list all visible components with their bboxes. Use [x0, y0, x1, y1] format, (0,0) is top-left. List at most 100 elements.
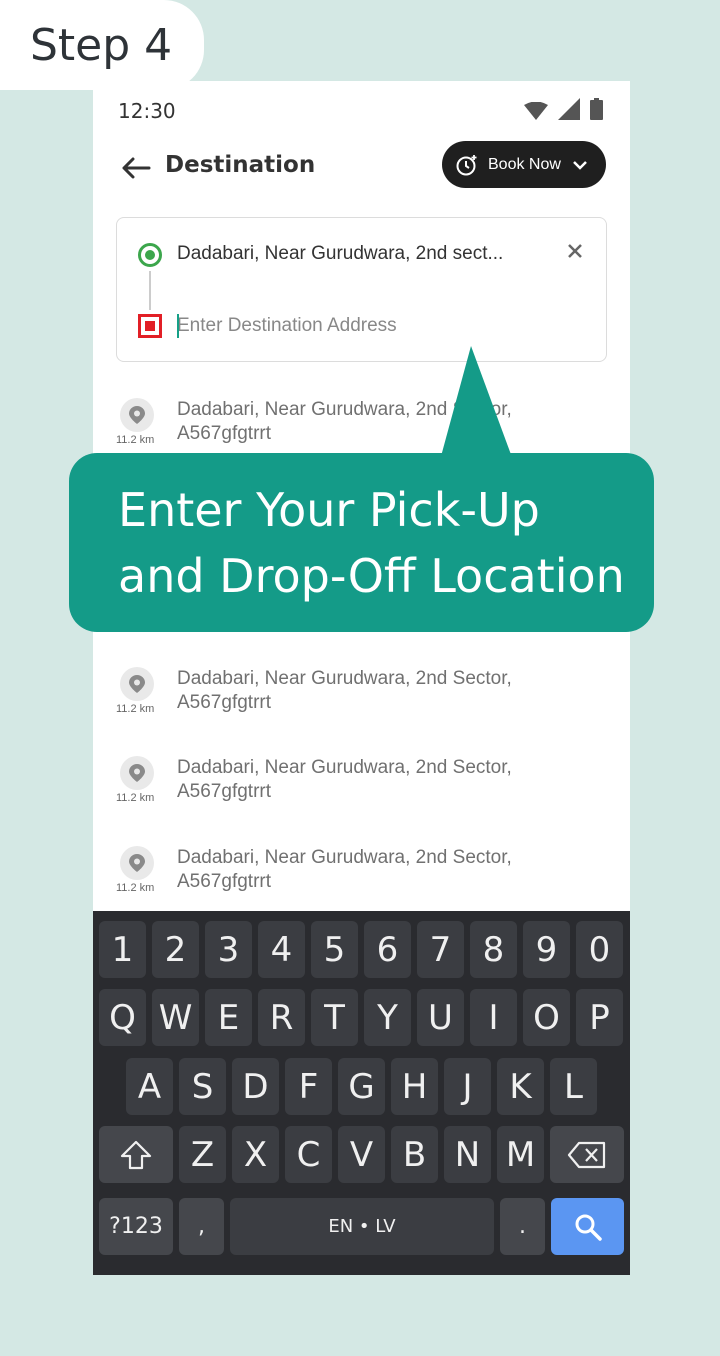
status-time: 12:30 [118, 99, 176, 123]
key-m[interactable]: M [497, 1126, 544, 1183]
suggestion-distance: 11.2 km [116, 792, 155, 804]
book-now-label: Book Now [488, 155, 561, 173]
suggestion-line-2: A567gfgtrrt [177, 692, 271, 713]
suggestion-line-2: A567gfgtrrt [177, 781, 271, 802]
key-5[interactable]: 5 [311, 921, 358, 978]
phone-screen: 12:30 Destination Book Now Dadabari, Nea… [93, 81, 630, 1275]
suggestion-line-1: Dadabari, Near Gurudwara, 2nd Sector, [177, 757, 512, 778]
key-p[interactable]: P [576, 989, 623, 1046]
key-c[interactable]: C [285, 1126, 332, 1183]
key-d[interactable]: D [232, 1058, 279, 1115]
shift-icon [120, 1140, 152, 1169]
tooltip-text: Enter Your Pick-Up and Drop-Off Location [118, 477, 638, 609]
arrow-left-icon [122, 157, 151, 179]
text-cursor [177, 314, 179, 338]
page-title: Destination [165, 152, 316, 178]
key-2[interactable]: 2 [152, 921, 199, 978]
backspace-key[interactable] [550, 1126, 624, 1183]
key-0[interactable]: 0 [576, 921, 623, 978]
step-label: Step 4 [30, 19, 173, 71]
key-y[interactable]: Y [364, 989, 411, 1046]
suggestion-line-1: Dadabari, Near Gurudwara, 2nd Sector, [177, 847, 512, 868]
key-4[interactable]: 4 [258, 921, 305, 978]
key-a[interactable]: A [126, 1058, 173, 1115]
shift-key[interactable] [99, 1126, 173, 1183]
suggestion-distance: 11.2 km [116, 703, 155, 715]
key-n[interactable]: N [444, 1126, 491, 1183]
clear-pickup-button[interactable] [564, 240, 586, 266]
suggestion-address: Dadabari, Near Gurudwara, 2nd Sector, A5… [177, 756, 597, 804]
key-r[interactable]: R [258, 989, 305, 1046]
key-u[interactable]: U [417, 989, 464, 1046]
key-x[interactable]: X [232, 1126, 279, 1183]
suggestion-address: Dadabari, Near Gurudwara, 2nd Sector, A5… [177, 398, 597, 446]
step-badge: Step 4 [0, 0, 204, 90]
suggestion-line-2: A567gfgtrrt [177, 423, 271, 444]
tooltip-line-1: Enter Your Pick-Up [118, 483, 540, 537]
backspace-icon [567, 1141, 606, 1168]
destination-input[interactable] [177, 312, 577, 340]
close-icon [568, 244, 582, 258]
key-9[interactable]: 9 [523, 921, 570, 978]
key-3[interactable]: 3 [205, 921, 252, 978]
space-key[interactable]: EN • LV [230, 1198, 494, 1255]
suggestion-address: Dadabari, Near Gurudwara, 2nd Sector, A5… [177, 667, 597, 715]
key-s[interactable]: S [179, 1058, 226, 1115]
search-icon [575, 1214, 602, 1241]
key-1[interactable]: 1 [99, 921, 146, 978]
back-button[interactable] [119, 151, 153, 185]
location-pin-icon [120, 756, 154, 790]
suggestion-line-2: A567gfgtrrt [177, 871, 271, 892]
tooltip-line-2: and Drop-Off Location [118, 549, 625, 603]
period-key[interactable]: . [500, 1198, 545, 1255]
search-key[interactable] [551, 1198, 624, 1255]
suggestion-line-1: Dadabari, Near Gurudwara, 2nd Sector, [177, 668, 512, 689]
pickup-address[interactable]: Dadabari, Near Gurudwara, 2nd sect... [177, 243, 547, 265]
key-g[interactable]: G [338, 1058, 385, 1115]
suggestion-distance: 11.2 km [116, 882, 155, 894]
suggestion-line-1: Dadabari, Near Gurudwara, 2nd Sector, [177, 399, 512, 420]
key-w[interactable]: W [152, 989, 199, 1046]
key-b[interactable]: B [391, 1126, 438, 1183]
key-t[interactable]: T [311, 989, 358, 1046]
location-pin-icon [120, 846, 154, 880]
suggestion-item[interactable]: 11.2 km Dadabari, Near Gurudwara, 2nd Se… [93, 667, 630, 737]
suggestion-address: Dadabari, Near Gurudwara, 2nd Sector, A5… [177, 846, 597, 894]
book-now-dropdown[interactable]: Book Now [442, 141, 606, 188]
pickup-marker-icon [138, 243, 162, 267]
suggestion-item[interactable]: 11.2 km Dadabari, Near Gurudwara, 2nd Se… [93, 846, 630, 916]
key-z[interactable]: Z [179, 1126, 226, 1183]
location-pin-icon [120, 667, 154, 701]
status-bar: 12:30 [93, 81, 630, 141]
symbols-key[interactable]: ?123 [99, 1198, 173, 1255]
route-connector [149, 271, 151, 310]
chevron-down-icon [573, 160, 587, 170]
key-o[interactable]: O [523, 989, 570, 1046]
schedule-icon [456, 154, 477, 175]
address-card: Dadabari, Near Gurudwara, 2nd sect... [116, 217, 607, 362]
key-8[interactable]: 8 [470, 921, 517, 978]
key-l[interactable]: L [550, 1058, 597, 1115]
suggestion-distance: 11.2 km [116, 434, 155, 446]
app-header: Destination Book Now [93, 141, 630, 207]
key-q[interactable]: Q [99, 989, 146, 1046]
key-6[interactable]: 6 [364, 921, 411, 978]
suggestion-item[interactable]: 11.2 km Dadabari, Near Gurudwara, 2nd Se… [93, 756, 630, 826]
status-icons [524, 98, 603, 120]
key-j[interactable]: J [444, 1058, 491, 1115]
wifi-icon [524, 102, 548, 120]
key-k[interactable]: K [497, 1058, 544, 1115]
key-i[interactable]: I [470, 989, 517, 1046]
signal-icon [558, 98, 580, 120]
key-7[interactable]: 7 [417, 921, 464, 978]
key-v[interactable]: V [338, 1126, 385, 1183]
location-pin-icon [120, 398, 154, 432]
key-h[interactable]: H [391, 1058, 438, 1115]
soft-keyboard: 1 2 3 4 5 6 7 8 9 0 Q W E R T Y U I O P … [93, 911, 630, 1275]
drop-marker-icon [138, 314, 162, 338]
battery-icon [590, 98, 603, 120]
key-f[interactable]: F [285, 1058, 332, 1115]
instruction-tooltip: Enter Your Pick-Up and Drop-Off Location [69, 453, 654, 632]
key-e[interactable]: E [205, 989, 252, 1046]
comma-key[interactable]: , [179, 1198, 224, 1255]
